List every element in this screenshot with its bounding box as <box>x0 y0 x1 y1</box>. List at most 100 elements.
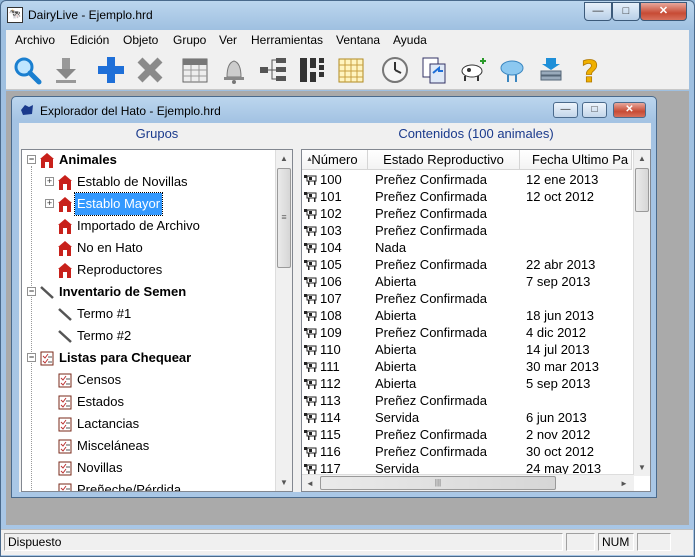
tree-scroll-down-button[interactable]: ▼ <box>276 474 292 491</box>
menu-ayuda[interactable]: Ayuda <box>393 33 427 47</box>
straw-icon <box>58 308 72 321</box>
table-row[interactable]: 108 Abierta 18 jun 2013 <box>302 307 632 324</box>
expand-icon[interactable]: + <box>45 177 54 186</box>
list-scroll-left-button[interactable]: ◄ <box>302 475 318 491</box>
table-row[interactable]: 106 Abierta 7 sep 2013 <box>302 273 632 290</box>
maximize-button[interactable]: □ <box>612 2 640 21</box>
barn-icon <box>58 263 72 278</box>
cell-numero: 105 <box>320 257 342 272</box>
explorer-icon <box>21 105 33 115</box>
table-row[interactable]: 114 Servida 6 jun 2013 <box>302 409 632 426</box>
copy-icon[interactable] <box>417 53 450 86</box>
tree-item[interactable]: Termo #2 <box>22 325 276 347</box>
table-row[interactable]: 111 Abierta 30 mar 2013 <box>302 358 632 375</box>
tree-item[interactable]: − Listas para Chequear <box>22 347 276 369</box>
tree-item[interactable]: Reproductores <box>22 259 276 281</box>
tree-vertical-scrollbar[interactable]: ▲ ≡ ▼ <box>275 150 292 491</box>
table-row[interactable]: 112 Abierta 5 sep 2013 <box>302 375 632 392</box>
column-header-fecha-ultimo-parto[interactable]: Fecha Ultimo Pa <box>520 150 632 170</box>
minimize-button[interactable]: — <box>584 2 612 21</box>
tree-item[interactable]: Estados <box>22 391 276 413</box>
tree-item[interactable]: Importado de Archivo <box>22 215 276 237</box>
cow-icon <box>304 226 317 236</box>
delete-icon[interactable] <box>133 53 166 86</box>
tree-item[interactable]: − Inventario de Semen <box>22 281 276 303</box>
cell-estado: Servida <box>375 410 420 425</box>
tree-scroll-up-button[interactable]: ▲ <box>276 150 292 167</box>
search-icon[interactable] <box>10 53 43 86</box>
menu-objeto[interactable]: Objeto <box>123 33 158 47</box>
cloud-sync-icon[interactable] <box>495 53 528 86</box>
expand-icon[interactable]: + <box>45 199 54 208</box>
menu-grupo[interactable]: Grupo <box>173 33 206 47</box>
add-icon[interactable] <box>94 53 127 86</box>
tree-item[interactable]: Preñeche/Pérdida <box>22 479 276 491</box>
table-row[interactable]: 107 Preñez Confirmada <box>302 290 632 307</box>
cell-fecha: 4 dic 2012 <box>526 325 586 340</box>
child-maximize-button[interactable]: □ <box>582 102 607 118</box>
explorer-body: Grupos Contenidos (100 animales) Preñech… <box>19 123 651 492</box>
table-row[interactable]: 105 Preñez Confirmada 22 abr 2013 <box>302 256 632 273</box>
animals-list[interactable]: 117 Servida 24 may 2013 116 Preñez Confirmad… <box>301 149 651 492</box>
tree-item[interactable]: + Establo de Novillas <box>22 171 276 193</box>
list-scroll-right-button[interactable]: ► <box>616 475 632 491</box>
table-row[interactable]: 116 Preñez Confirmada 30 oct 2012 <box>302 443 632 460</box>
tree-item[interactable]: Censos <box>22 369 276 391</box>
table-row[interactable]: 100 Preñez Confirmada 12 ene 2013 <box>302 171 632 188</box>
menu-herramientas[interactable]: Herramientas <box>251 33 323 47</box>
tree-item-label: Reproductores <box>77 262 163 277</box>
collapse-icon[interactable]: − <box>27 155 36 164</box>
bell-icon[interactable] <box>217 53 250 86</box>
tree-item[interactable]: Misceláneas <box>22 435 276 457</box>
child-minimize-button[interactable]: — <box>553 102 578 118</box>
list-scroll-thumb[interactable] <box>635 168 649 212</box>
table-row[interactable]: 115 Preñez Confirmada 2 nov 2012 <box>302 426 632 443</box>
cow-add-icon[interactable] <box>456 53 489 86</box>
groups-tree[interactable]: Preñeche/Pérdida Novillas Misceláneas Lacta… <box>21 149 293 492</box>
list-scroll-down-button[interactable]: ▼ <box>634 459 650 476</box>
table-row[interactable]: 103 Preñez Confirmada <box>302 222 632 239</box>
database-export-icon[interactable] <box>534 53 567 86</box>
list-hscroll-thumb[interactable]: ||| <box>320 476 556 490</box>
tree-item[interactable]: Termo #1 <box>22 303 276 325</box>
calendar-grid-icon[interactable] <box>334 53 367 86</box>
status-text: Dispuesto <box>4 533 563 551</box>
tree-item[interactable]: − Animales <box>22 150 276 171</box>
checklist-icon <box>40 351 54 366</box>
table-row[interactable]: 109 Preñez Confirmada 4 dic 2012 <box>302 324 632 341</box>
close-button[interactable]: ✕ <box>640 2 687 21</box>
cell-fecha: 18 jun 2013 <box>526 308 594 323</box>
calendar-icon[interactable] <box>178 53 211 86</box>
tree-item[interactable]: No en Hato <box>22 237 276 259</box>
tree-scroll-thumb[interactable]: ≡ <box>277 168 291 268</box>
tree-icon[interactable] <box>256 53 289 86</box>
cow-icon <box>304 175 317 185</box>
pedigree-icon[interactable] <box>295 53 328 86</box>
tree-item[interactable]: Novillas <box>22 457 276 479</box>
table-row[interactable]: 102 Preñez Confirmada <box>302 205 632 222</box>
list-vertical-scrollbar[interactable]: ▲ ▼ <box>633 150 650 476</box>
cell-estado: Preñez Confirmada <box>375 291 487 306</box>
table-row[interactable]: 101 Preñez Confirmada 12 oct 2012 <box>302 188 632 205</box>
child-close-button[interactable]: ✕ <box>613 102 646 118</box>
clock-icon[interactable] <box>378 53 411 86</box>
tree-item-label: Estados <box>77 394 124 409</box>
list-horizontal-scrollbar[interactable]: ◄ ||| ► <box>302 474 634 491</box>
collapse-icon[interactable]: − <box>27 353 36 362</box>
tree-item[interactable]: Lactancias <box>22 413 276 435</box>
table-row[interactable]: 113 Preñez Confirmada <box>302 392 632 409</box>
column-header-estado-reproductivo[interactable]: Estado Reproductivo <box>368 150 520 170</box>
menu-ver[interactable]: Ver <box>219 33 237 47</box>
table-row[interactable]: 104 Nada <box>302 239 632 256</box>
checklist-icon <box>58 483 72 491</box>
menu-ventana[interactable]: Ventana <box>336 33 380 47</box>
status-bar: Dispuesto NUM <box>1 529 693 555</box>
help-icon[interactable]: ? <box>573 53 606 86</box>
collapse-icon[interactable]: − <box>27 287 36 296</box>
menu-edicion[interactable]: Edición <box>70 33 109 47</box>
download-icon[interactable] <box>49 53 82 86</box>
list-scroll-up-button[interactable]: ▲ <box>634 150 650 167</box>
menu-archivo[interactable]: Archivo <box>15 33 55 47</box>
table-row[interactable]: 110 Abierta 14 jul 2013 <box>302 341 632 358</box>
tree-item[interactable]: + Establo Mayor <box>22 192 276 216</box>
